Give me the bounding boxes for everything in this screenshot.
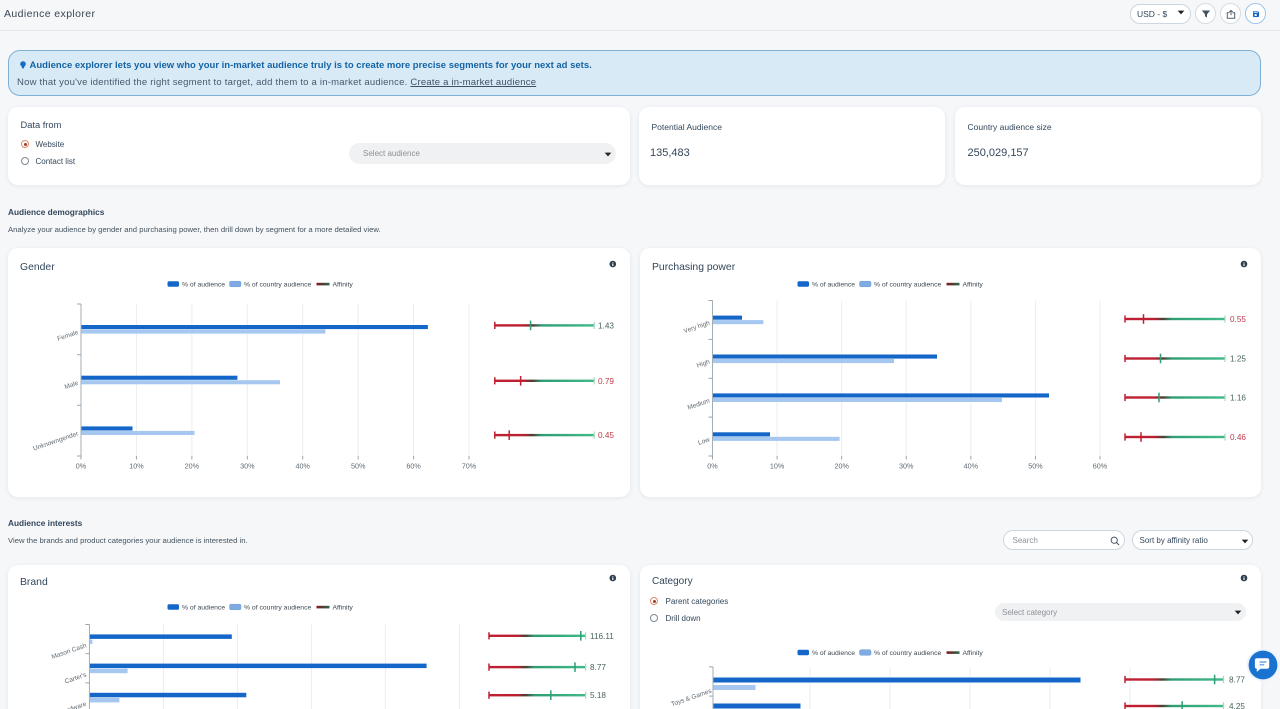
- svg-text:30%: 30%: [240, 462, 255, 471]
- svg-text:Female: Female: [57, 329, 80, 343]
- svg-text:Toys & Games: Toys & Games: [670, 688, 713, 709]
- svg-text:Mason Cash: Mason Cash: [51, 642, 88, 661]
- svg-text:5.18: 5.18: [590, 691, 606, 700]
- svg-text:Male: Male: [64, 380, 80, 391]
- svg-text:Low: Low: [697, 436, 711, 447]
- svg-text:116.11: 116.11: [590, 632, 614, 641]
- svg-text:50%: 50%: [1028, 462, 1043, 471]
- svg-text:0%: 0%: [76, 462, 87, 471]
- svg-text:40%: 40%: [964, 462, 979, 471]
- svg-text:% of audience: % of audience: [182, 281, 225, 288]
- svg-text:Purchasing power: Purchasing power: [652, 262, 736, 273]
- svg-text:1.25: 1.25: [1230, 355, 1246, 364]
- svg-text:Affinity: Affinity: [963, 650, 984, 657]
- svg-text:10%: 10%: [770, 462, 785, 471]
- svg-text:0.45: 0.45: [598, 431, 614, 440]
- svg-text:% of audience: % of audience: [812, 281, 855, 288]
- svg-text:70%: 70%: [462, 462, 477, 471]
- svg-text:% of country audience: % of country audience: [874, 281, 941, 288]
- svg-text:% of audience: % of audience: [182, 604, 225, 611]
- svg-text:% of country audience: % of country audience: [244, 281, 311, 288]
- svg-text:Carter's: Carter's: [64, 671, 88, 685]
- svg-text:0.55: 0.55: [1230, 315, 1246, 324]
- svg-text:50%: 50%: [351, 462, 366, 471]
- svg-text:% of country audience: % of country audience: [244, 604, 311, 611]
- svg-text:Brand: Brand: [20, 577, 48, 588]
- svg-text:Affinity: Affinity: [333, 281, 354, 288]
- svg-text:High: High: [696, 358, 711, 369]
- svg-text:1.43: 1.43: [598, 321, 614, 330]
- svg-text:0.79: 0.79: [598, 377, 614, 386]
- svg-text:1.16: 1.16: [1230, 394, 1246, 403]
- svg-text:Restoration Hardware: Restoration Hardware: [25, 701, 87, 709]
- svg-text:Gender: Gender: [20, 262, 55, 273]
- svg-text:Very high: Very high: [683, 320, 711, 336]
- svg-text:% of country audience: % of country audience: [874, 650, 941, 657]
- svg-text:30%: 30%: [899, 462, 914, 471]
- svg-text:4.25: 4.25: [1229, 702, 1245, 709]
- svg-text:Affinity: Affinity: [333, 604, 354, 611]
- svg-text:0.46: 0.46: [1230, 433, 1246, 442]
- svg-text:10%: 10%: [129, 462, 144, 471]
- svg-text:Medium: Medium: [687, 397, 711, 411]
- svg-text:20%: 20%: [834, 462, 849, 471]
- svg-text:40%: 40%: [296, 462, 311, 471]
- svg-text:% of audience: % of audience: [812, 650, 855, 657]
- svg-text:0%: 0%: [707, 462, 718, 471]
- svg-text:8.77: 8.77: [1229, 676, 1245, 685]
- svg-text:20%: 20%: [185, 462, 200, 471]
- svg-text:60%: 60%: [1093, 462, 1108, 471]
- svg-text:8.77: 8.77: [590, 663, 606, 672]
- svg-text:Unknowngender: Unknowngender: [32, 430, 80, 452]
- svg-text:60%: 60%: [406, 462, 421, 471]
- svg-text:Affinity: Affinity: [963, 281, 984, 288]
